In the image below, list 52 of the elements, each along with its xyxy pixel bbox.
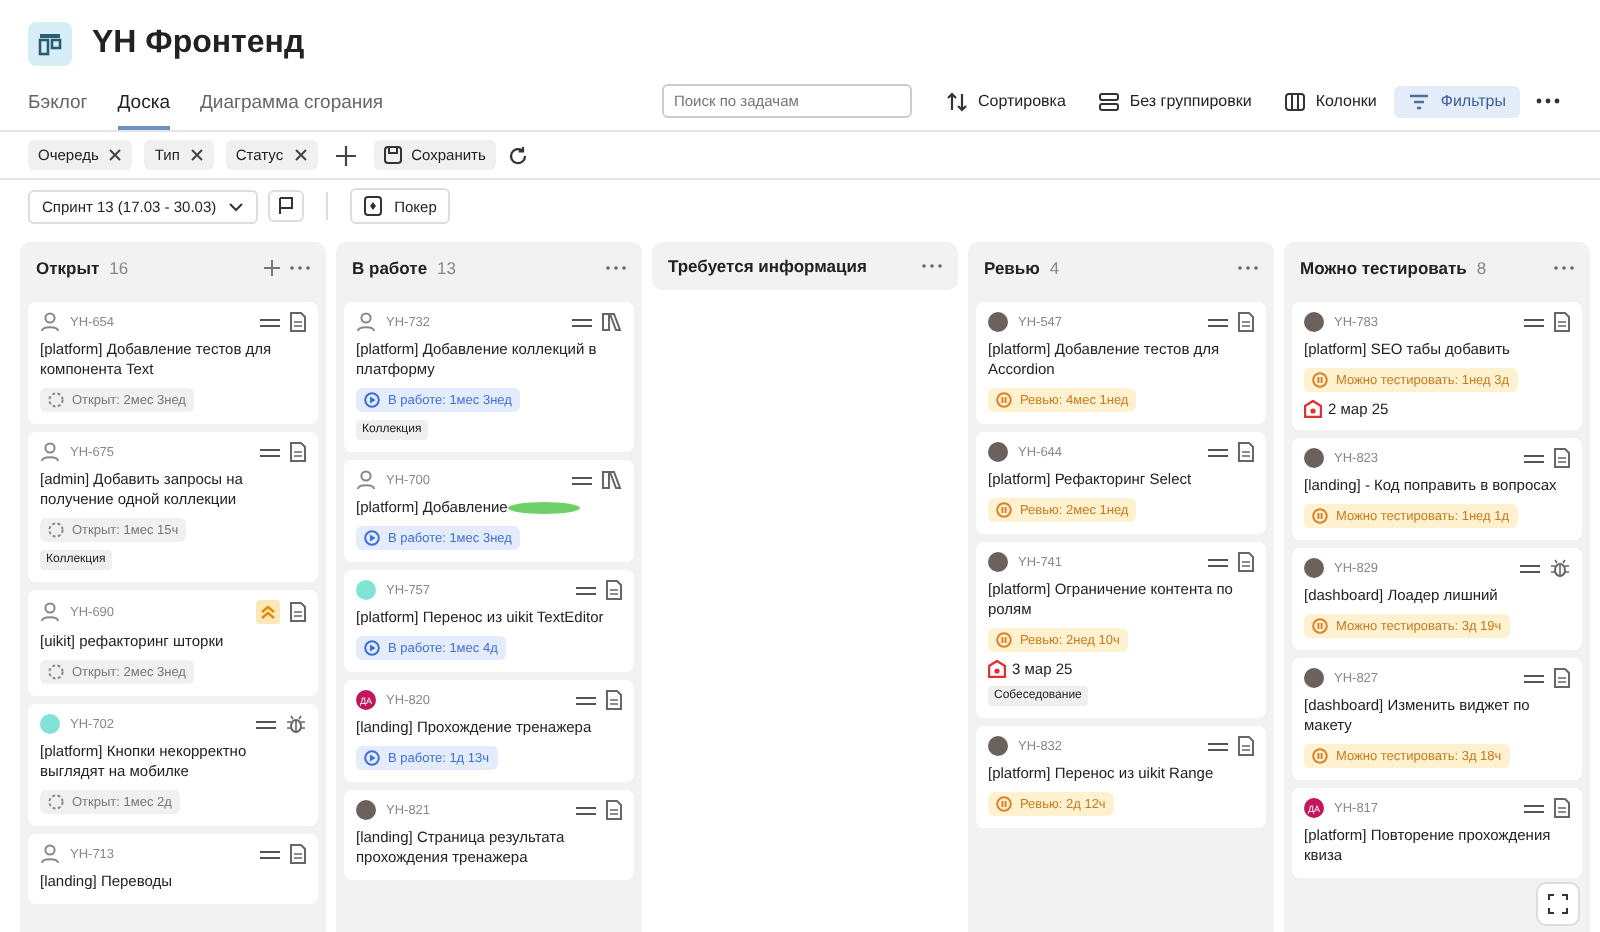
pause-icon [996,502,1012,518]
columns-icon [1283,91,1306,111]
more-icon [1536,98,1560,104]
play-icon [364,530,380,546]
column-title: Требуется информация [668,256,867,276]
caret-icon [228,201,245,211]
board-logo-icon [28,22,72,66]
column-title: В работе [352,258,428,278]
expand-icon [1548,894,1568,914]
pause-icon [996,392,1012,408]
column-count: 8 [1476,258,1487,278]
filter-icon [1408,91,1431,111]
dashed-circle-icon [48,392,64,408]
dashed-circle-icon [48,794,64,810]
pause-icon [1312,372,1328,388]
column-title: Можно тестировать [1300,258,1467,278]
toolbar-button[interactable]: Без группировки [1083,85,1266,117]
dashed-circle-icon [48,664,64,680]
play-icon [364,750,380,766]
pause-icon [996,632,1012,648]
view-tab[interactable]: Доска [117,72,170,130]
flag-icon [276,196,297,216]
pause-icon [1312,508,1328,524]
close-icon[interactable] [293,148,308,162]
cards-icon [364,196,383,216]
close-icon[interactable] [108,148,123,162]
dashed-circle-icon [48,522,64,538]
view-tab[interactable]: Бэклог [28,72,88,130]
column-title: Ревью [984,258,1040,278]
sort-icon [945,91,968,111]
pause-icon [1312,618,1328,634]
stack-icon [1097,91,1120,111]
close-icon[interactable] [189,148,204,162]
view-tab[interactable]: Диаграмма сгорания [199,72,384,130]
play-icon [364,392,380,408]
pause-icon [1312,748,1328,764]
add-filter-icon[interactable] [335,145,356,165]
column-count: 4 [1049,258,1060,278]
project-title: YH Фронтенд [92,26,305,62]
column-title: Открыт [36,258,100,278]
add-icon[interactable] [264,260,280,276]
save-icon [383,146,402,164]
fullscreen-button[interactable] [1536,882,1580,926]
pause-icon [996,796,1012,812]
toolbar-button[interactable]: Фильтры [1394,85,1520,117]
toolbar-button[interactable]: Сортировка [931,85,1080,117]
column-count: 13 [437,258,457,278]
sprint-settings-button[interactable] [268,190,305,222]
column-count: 16 [109,258,129,278]
refresh-icon[interactable] [507,145,528,165]
play-icon [364,640,380,656]
toolbar-button[interactable]: Колонки [1269,85,1391,117]
